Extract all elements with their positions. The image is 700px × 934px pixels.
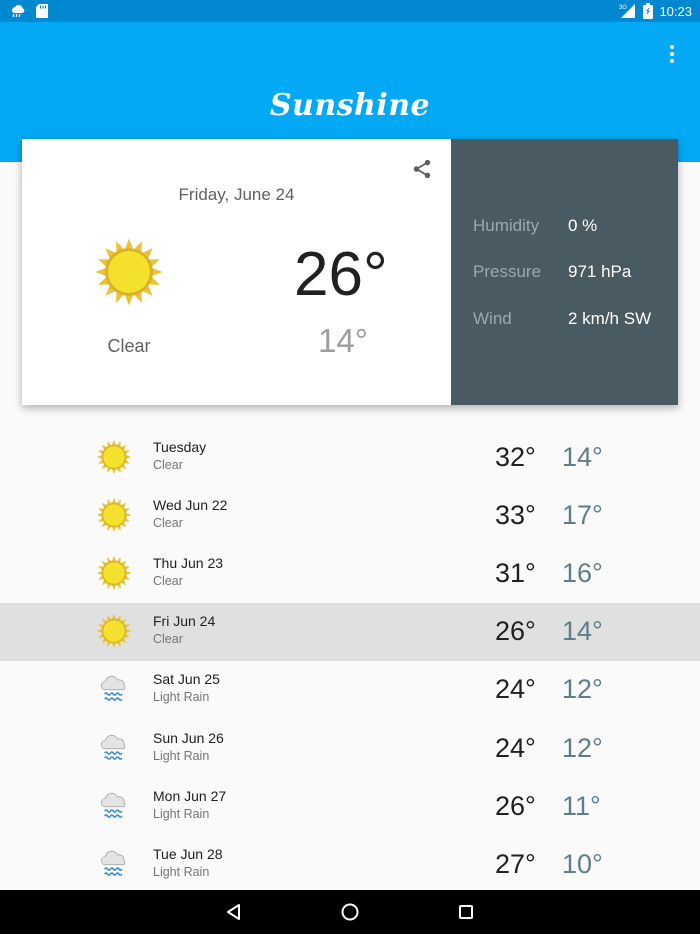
today-details-panel: Humidity 0 % Pressure 971 hPa Wind 2 km/h S… bbox=[451, 139, 678, 405]
forecast-low-temp: 10° bbox=[562, 849, 603, 879]
forecast-high-temp: 26° bbox=[495, 791, 536, 821]
forecast-row[interactable]: Tue Jun 28 Light Rain 27° 10° bbox=[0, 836, 700, 890]
sun-icon bbox=[96, 613, 132, 649]
forecast-day: Fri Jun 24 bbox=[153, 613, 216, 629]
weather-notification-icon bbox=[12, 4, 25, 18]
forecast-day: Mon Jun 27 bbox=[153, 788, 227, 804]
today-condition: Clear bbox=[107, 336, 151, 356]
forecast-row[interactable]: Wed Jun 22 Clear 33° 17° bbox=[0, 487, 700, 545]
humidity-label: Humidity bbox=[473, 216, 540, 235]
forecast-low-temp: 12° bbox=[562, 733, 603, 763]
pressure-value: 971 hPa bbox=[568, 262, 632, 281]
forecast-high-temp: 26° bbox=[495, 616, 536, 646]
light-rain-icon bbox=[100, 850, 126, 876]
forecast-description: Clear bbox=[153, 516, 183, 530]
pressure-label: Pressure bbox=[473, 262, 542, 281]
back-icon[interactable] bbox=[223, 901, 245, 923]
forecast-row[interactable]: Thu Jun 23 Clear 31° 16° bbox=[0, 545, 700, 603]
share-icon[interactable] bbox=[411, 158, 433, 180]
home-icon[interactable] bbox=[339, 901, 361, 923]
light-rain-icon bbox=[100, 675, 126, 701]
forecast-day: Sat Jun 25 bbox=[153, 671, 220, 687]
forecast-day: Sun Jun 26 bbox=[153, 730, 224, 746]
forecast-description: Light Rain bbox=[153, 690, 210, 704]
sun-icon bbox=[95, 238, 163, 306]
forecast-day: Thu Jun 23 bbox=[153, 555, 224, 571]
forecast-day: Wed Jun 22 bbox=[153, 497, 228, 513]
status-bar: 3G 10:23 bbox=[0, 0, 700, 22]
today-summary-panel: Friday, June 24 Clear 26° 14° bbox=[22, 139, 451, 405]
forecast-description: Light Rain bbox=[153, 807, 210, 821]
signal-icon: 3G bbox=[619, 4, 636, 18]
forecast-description: Light Rain bbox=[153, 749, 210, 763]
pressure-row: Pressure 971 hPa bbox=[473, 262, 631, 282]
sun-icon bbox=[96, 439, 132, 475]
forecast-day: Tuesday bbox=[153, 439, 207, 455]
humidity-value: 0 % bbox=[568, 216, 598, 235]
sun-icon bbox=[96, 555, 132, 591]
battery-icon bbox=[643, 3, 654, 19]
wind-value: 2 km/h SW bbox=[568, 309, 652, 328]
overflow-menu-icon[interactable] bbox=[662, 44, 682, 64]
forecast-description: Clear bbox=[153, 632, 183, 646]
navigation-bar bbox=[0, 890, 700, 934]
light-rain-icon bbox=[100, 734, 126, 760]
forecast-high-temp: 24° bbox=[495, 733, 536, 763]
sd-card-icon bbox=[36, 4, 48, 18]
forecast-low-temp: 12° bbox=[562, 674, 603, 704]
forecast-row[interactable]: Mon Jun 27 Light Rain 26° 11° bbox=[0, 778, 700, 836]
forecast-description: Light Rain bbox=[153, 865, 210, 879]
light-rain-icon bbox=[100, 792, 126, 818]
recents-icon[interactable] bbox=[455, 901, 477, 923]
today-low-temp: 14° bbox=[318, 322, 368, 359]
forecast-low-temp: 17° bbox=[562, 500, 603, 530]
forecast-high-temp: 24° bbox=[495, 674, 536, 704]
forecast-high-temp: 31° bbox=[495, 558, 536, 588]
forecast-row[interactable]: Fri Jun 24 Clear 26° 14° bbox=[0, 603, 700, 661]
today-high-temp: 26° bbox=[294, 240, 388, 309]
forecast-low-temp: 16° bbox=[562, 558, 603, 588]
wind-label: Wind bbox=[473, 309, 512, 328]
wind-row: Wind 2 km/h SW bbox=[473, 309, 651, 329]
network-type: 3G bbox=[619, 5, 627, 11]
forecast-high-temp: 27° bbox=[495, 849, 536, 879]
forecast-low-temp: 14° bbox=[562, 616, 603, 646]
today-date: Friday, June 24 bbox=[178, 185, 295, 204]
forecast-high-temp: 32° bbox=[495, 442, 536, 472]
forecast-row[interactable]: Sun Jun 26 Light Rain 24° 12° bbox=[0, 720, 700, 778]
forecast-low-temp: 11° bbox=[562, 791, 601, 821]
forecast-description: Clear bbox=[153, 458, 183, 472]
today-detail-card: Friday, June 24 Clear 26° 14° Humidity 0 … bbox=[22, 139, 678, 405]
forecast-high-temp: 33° bbox=[495, 500, 536, 530]
forecast-low-temp: 14° bbox=[562, 442, 603, 472]
forecast-row[interactable]: Sat Jun 25 Light Rain 24° 12° bbox=[0, 661, 700, 719]
sun-icon bbox=[96, 497, 132, 533]
app-title: Sunshine bbox=[269, 88, 431, 123]
clock: 10:23 bbox=[659, 3, 692, 19]
forecast-day: Tue Jun 28 bbox=[153, 846, 223, 862]
forecast-description: Clear bbox=[153, 574, 183, 588]
humidity-row: Humidity 0 % bbox=[473, 216, 597, 236]
forecast-row[interactable]: Tuesday Clear 32° 14° bbox=[0, 429, 700, 487]
